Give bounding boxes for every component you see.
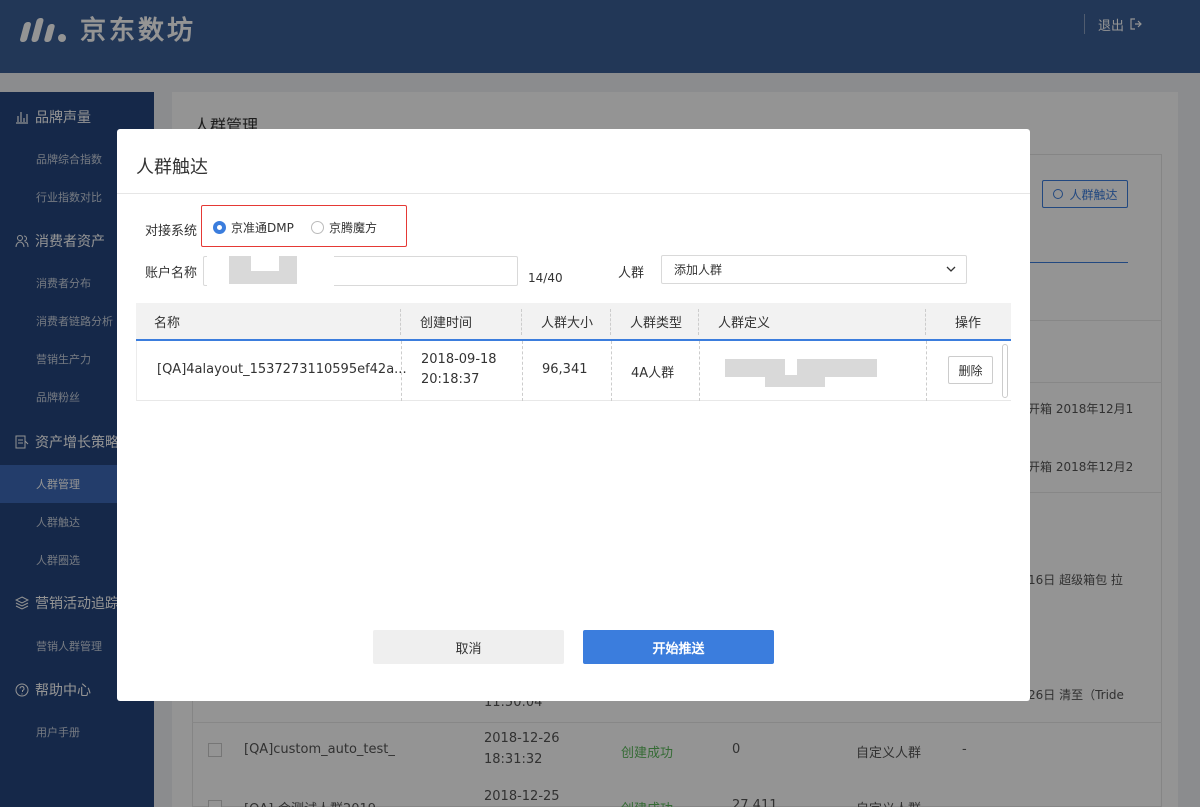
cell-time: 20:18:37 [421, 372, 480, 387]
column-separator [521, 309, 522, 335]
modal-title: 人群触达 [136, 157, 208, 178]
column-separator [926, 341, 927, 401]
column-created-time: 创建时间 [420, 315, 473, 331]
table-header: 名称 创建时间 人群大小 人群类型 人群定义 操作 [136, 303, 1011, 341]
column-separator [698, 309, 699, 335]
crowd-select-value: 添加人群 [674, 263, 723, 277]
cell-name: [QA]4alayout_1537273110595ef42a... [157, 362, 407, 377]
delete-button[interactable]: 删除 [948, 356, 993, 384]
redacted-account [207, 253, 334, 289]
crowd-table: 名称 创建时间 人群大小 人群类型 人群定义 操作 [QA]4alayout_1… [136, 303, 1011, 401]
column-separator [925, 309, 926, 335]
radio-checked-icon [213, 221, 226, 234]
column-separator [401, 341, 402, 401]
column-separator [699, 341, 700, 401]
crowd-label: 人群 [618, 266, 645, 281]
radio-label: 京准通DMP [231, 221, 294, 235]
chevron-down-icon [946, 266, 956, 272]
column-type: 人群类型 [630, 315, 683, 331]
radio-jt-mofang[interactable]: 京腾魔方 [311, 219, 377, 236]
table-scrollbar[interactable] [1002, 344, 1008, 398]
cell-size: 96,341 [542, 362, 588, 377]
cell-date: 2018-09-18 [421, 352, 497, 367]
start-push-button[interactable]: 开始推送 [583, 630, 774, 664]
radio-unchecked-icon [311, 221, 324, 234]
account-char-counter: 14/40 [528, 271, 563, 285]
column-separator [522, 341, 523, 401]
account-label: 账户名称 [145, 266, 198, 281]
crowd-select[interactable]: 添加人群 [661, 255, 967, 284]
column-definition: 人群定义 [718, 315, 771, 331]
radio-label: 京腾魔方 [329, 221, 378, 235]
radio-jzt-dmp[interactable]: 京准通DMP [213, 219, 294, 236]
cancel-button[interactable]: 取消 [373, 630, 564, 664]
table-row: [QA]4alayout_1537273110595ef42a... 2018-… [136, 341, 1011, 401]
column-separator [400, 309, 401, 335]
column-action: 操作 [955, 315, 982, 331]
modal-divider [117, 193, 1030, 194]
system-label: 对接系统 [145, 224, 198, 239]
cell-type: 4A人群 [631, 366, 675, 381]
column-name: 名称 [154, 315, 181, 331]
column-separator [610, 309, 611, 335]
redacted-definition [705, 345, 901, 395]
column-size: 人群大小 [541, 315, 594, 331]
crowd-reach-modal: 人群触达 对接系统 京准通DMP 京腾魔方 账户名称 14/40 人群 添加人群… [117, 129, 1030, 701]
column-separator [611, 341, 612, 401]
